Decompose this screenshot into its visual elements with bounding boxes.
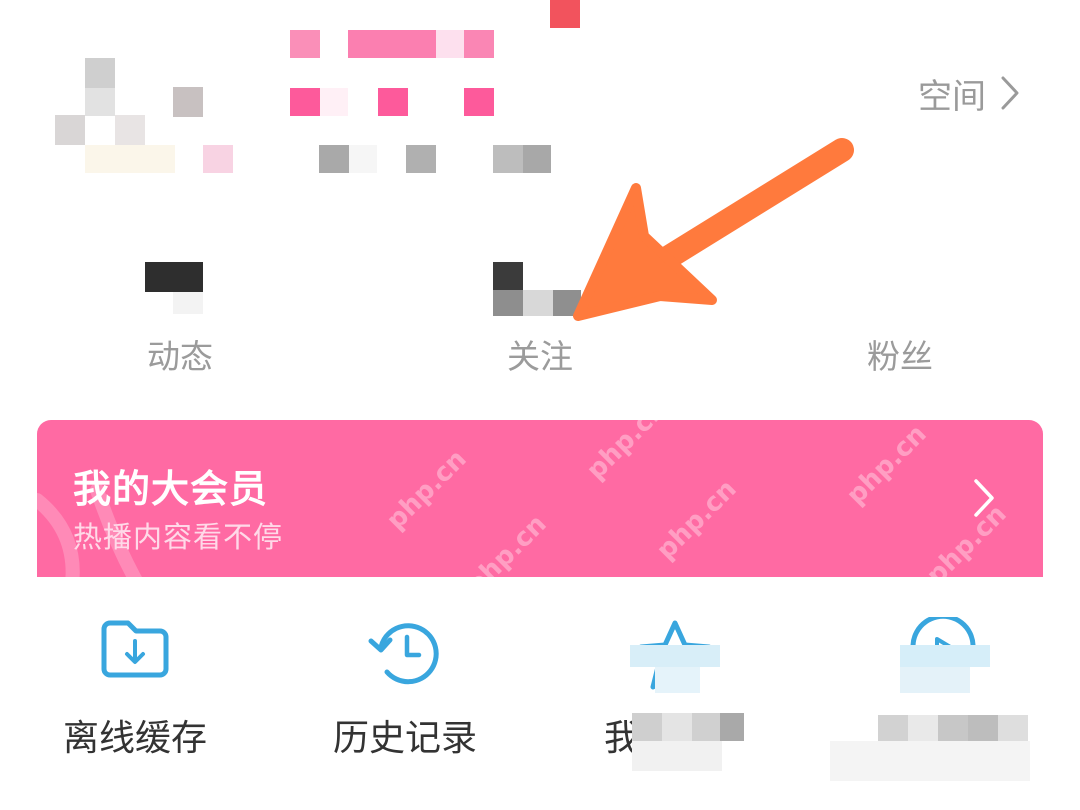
watermark: php.cn — [840, 420, 933, 511]
pixelated-overlay — [900, 667, 970, 693]
pixelated-overlay — [632, 741, 722, 771]
vip-title: 我的大会员 — [73, 467, 269, 511]
username-pixelated — [288, 0, 588, 180]
pixelated-overlay — [830, 741, 1030, 781]
chevron-right-icon — [1001, 76, 1019, 110]
history-label: 历史记录 — [332, 718, 477, 759]
pixelated-overlay — [938, 715, 968, 741]
download-folder-icon — [101, 620, 169, 678]
pixelated-overlay — [630, 645, 720, 667]
watermark: php.cn — [580, 420, 673, 486]
function-grid: 离线缓存 历史记录 我 — [0, 577, 1080, 810]
pixelated-overlay — [968, 715, 998, 741]
profile-header[interactable] — [0, 0, 900, 200]
space-link[interactable]: 空间 — [918, 70, 1020, 117]
pixelated-overlay — [655, 667, 700, 693]
history-clock-icon — [368, 623, 439, 685]
stat-fans-label: 粉丝 — [867, 337, 933, 376]
space-label: 空间 — [918, 76, 986, 117]
chevron-right-icon — [974, 479, 994, 517]
stat-dynamic-label: 动态 — [147, 337, 213, 376]
pixelated-overlay — [878, 715, 908, 741]
watch-later-button[interactable] — [810, 577, 1080, 810]
avatar[interactable] — [55, 55, 235, 175]
history-button[interactable]: 历史记录 — [270, 577, 540, 810]
pixelated-overlay — [662, 713, 692, 741]
pixelated-overlay — [720, 713, 744, 741]
pixelated-overlay — [908, 715, 938, 741]
pixelated-overlay — [900, 645, 990, 667]
favorites-button[interactable]: 我 — [540, 577, 810, 810]
pixelated-overlay — [692, 713, 720, 741]
vip-subtitle: 热播内容看不停 — [73, 520, 284, 554]
watermark: php.cn — [650, 474, 743, 566]
offline-cache-label: 离线缓存 — [62, 718, 207, 759]
pixelated-overlay — [632, 713, 662, 741]
watermark: php.cn — [380, 444, 473, 536]
stat-following-label: 关注 — [507, 337, 573, 376]
offline-cache-button[interactable]: 离线缓存 — [0, 577, 270, 810]
pixelated-overlay — [998, 715, 1028, 741]
